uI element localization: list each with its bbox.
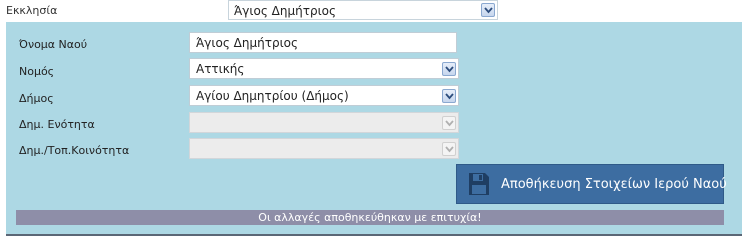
prefecture-value: Αττικής [196,62,245,76]
prefecture-label: Νομός [19,65,55,78]
save-button-label: Αποθήκευση Στοιχείων Ιερού Ναού [501,177,727,192]
community-select[interactable] [189,138,459,159]
status-message: Οι αλλαγές αποθηκεύθηκαν με επιτυχία! [16,210,724,225]
municipality-select[interactable]: Αγίου Δημητρίου (Δήμος) [189,85,459,106]
church-name-label: Όνομα Ναού [19,38,88,51]
church-name-value: Άγιος Δημήτριος [196,36,299,50]
municipal-unit-select[interactable] [189,112,459,133]
church-select-value: Άγιος Δημήτριος [234,4,337,18]
church-label: Εκκλησία [6,4,58,17]
chevron-down-icon[interactable] [442,142,456,156]
church-name-input[interactable]: Άγιος Δημήτριος [189,32,457,53]
municipality-value: Αγίου Δημητρίου (Δήμος) [196,89,349,103]
floppy-disk-icon [468,172,490,199]
municipal-unit-label: Δημ. Ενότητα [19,118,95,131]
chevron-down-icon[interactable] [442,116,456,130]
save-church-button[interactable]: Αποθήκευση Στοιχείων Ιερού Ναού [456,164,727,204]
chevron-down-icon[interactable] [442,89,456,103]
municipality-label: Δήμος [19,92,54,105]
prefecture-select[interactable]: Αττικής [189,58,459,79]
church-select[interactable]: Άγιος Δημήτριος [228,0,498,20]
community-label: Δημ./Τοπ.Κοινότητα [19,144,130,157]
chevron-down-icon[interactable] [442,62,456,76]
chevron-down-icon[interactable] [481,3,495,17]
church-details-panel: Όνομα Ναού Άγιος Δημήτριος Νομός Αττικής… [6,22,742,236]
